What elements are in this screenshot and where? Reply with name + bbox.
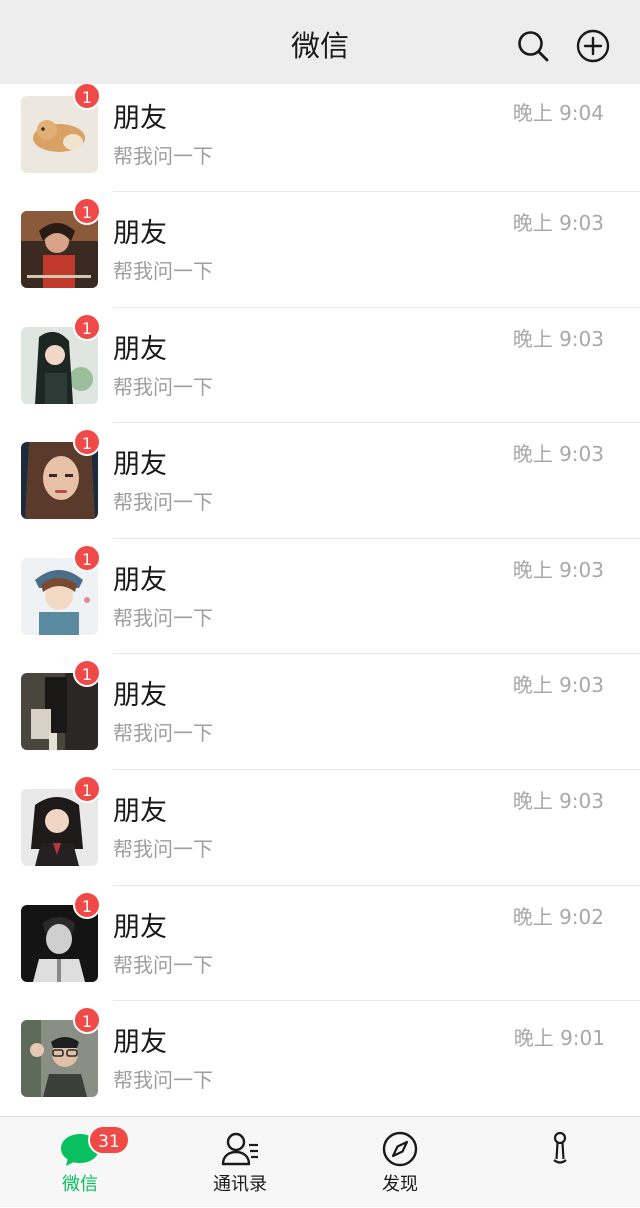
chat-preview: 帮我问一下 [113, 1068, 213, 1093]
chat-preview: 帮我问一下 [113, 952, 213, 977]
tab-label: 发现 [382, 1174, 418, 1195]
chat-item[interactable]: 1 朋友 帮我问一下 晚上 9:03 [0, 654, 640, 770]
chat-time: 晚上 9:03 [512, 788, 604, 813]
search-icon [518, 31, 549, 62]
unread-badge: 1 [73, 1006, 101, 1035]
chat-name: 朋友 [113, 680, 167, 712]
unread-badge: 1 [73, 312, 101, 341]
chat-preview: 帮我问一下 [113, 490, 213, 515]
chat-name: 朋友 [113, 1027, 167, 1059]
chat-name: 朋友 [113, 333, 167, 365]
chat-time: 晚上 9:01 [513, 1026, 605, 1051]
chat-item[interactable]: 1 朋友 帮我问一下 晚上 9:01 [0, 1001, 640, 1116]
chat-time: 晚上 9:02 [512, 904, 604, 929]
chat-preview: 帮我问一下 [113, 721, 213, 746]
chat-name: 朋友 [113, 103, 167, 134]
chat-item[interactable]: 1 朋友 帮我问一下 晚上 9:03 [0, 538, 640, 655]
tab-chats[interactable]: 31 微信 [20, 1117, 140, 1208]
chat-preview: 帮我问一下 [113, 605, 213, 630]
chat-time: 晚上 9:03 [512, 326, 604, 351]
unread-badge: 1 [73, 890, 101, 919]
plus-circle-icon [576, 29, 610, 63]
tab-discover[interactable]: 发现 [340, 1117, 460, 1208]
chat-list[interactable]: 1 朋友 帮我问一下 晚上 9:04 1 朋友 帮我问一下 晚上 9:03 1 … [0, 84, 640, 1116]
unread-badge: 1 [73, 774, 101, 803]
chat-item[interactable]: 1 朋友 帮我问一下 晚上 9:03 [0, 192, 640, 308]
compass-icon [382, 1131, 418, 1167]
chat-time: 晚上 9:03 [512, 442, 604, 467]
tab-bar: 31 微信 通讯录 发现 [0, 1116, 640, 1207]
chat-time: 晚上 9:03 [512, 211, 604, 235]
chat-item[interactable]: 1 朋友 帮我问一下 晚上 9:03 [0, 769, 640, 886]
unread-badge: 1 [73, 197, 101, 225]
search-button[interactable] [515, 28, 551, 64]
tab-label: 微信 [62, 1174, 98, 1195]
chat-preview: 帮我问一下 [113, 374, 213, 399]
tab-me[interactable] [500, 1117, 620, 1208]
title-bar: 微信 [0, 0, 640, 84]
unread-badge: 1 [73, 428, 101, 457]
chat-name: 朋友 [113, 795, 167, 827]
unread-total-badge: 31 [88, 1125, 130, 1155]
chat-time: 晚上 9:04 [512, 101, 604, 125]
chat-preview: 帮我问一下 [113, 144, 213, 168]
chat-time: 晚上 9:03 [512, 673, 604, 698]
chat-preview: 帮我问一下 [113, 259, 213, 283]
tab-label: 通讯录 [213, 1174, 267, 1195]
unread-badge: 1 [73, 543, 101, 572]
contacts-icon [221, 1132, 258, 1166]
chat-name: 朋友 [113, 449, 167, 481]
chat-item[interactable]: 1 朋友 帮我问一下 晚上 9:03 [0, 423, 640, 539]
chat-preview: 帮我问一下 [113, 836, 213, 861]
chat-item[interactable]: 1 朋友 帮我问一下 晚上 9:02 [0, 885, 640, 1002]
chat-name: 朋友 [113, 911, 167, 943]
chat-name: 朋友 [113, 564, 167, 596]
chat-time: 晚上 9:03 [512, 557, 604, 582]
add-button[interactable] [575, 28, 611, 64]
chat-item[interactable]: 1 朋友 帮我问一下 晚上 9:03 [0, 307, 640, 424]
chat-name: 朋友 [113, 218, 167, 249]
chat-item[interactable]: 1 朋友 帮我问一下 晚上 9:04 [0, 84, 640, 192]
tab-contacts[interactable]: 通讯录 [180, 1117, 300, 1208]
person-icon [553, 1131, 567, 1164]
